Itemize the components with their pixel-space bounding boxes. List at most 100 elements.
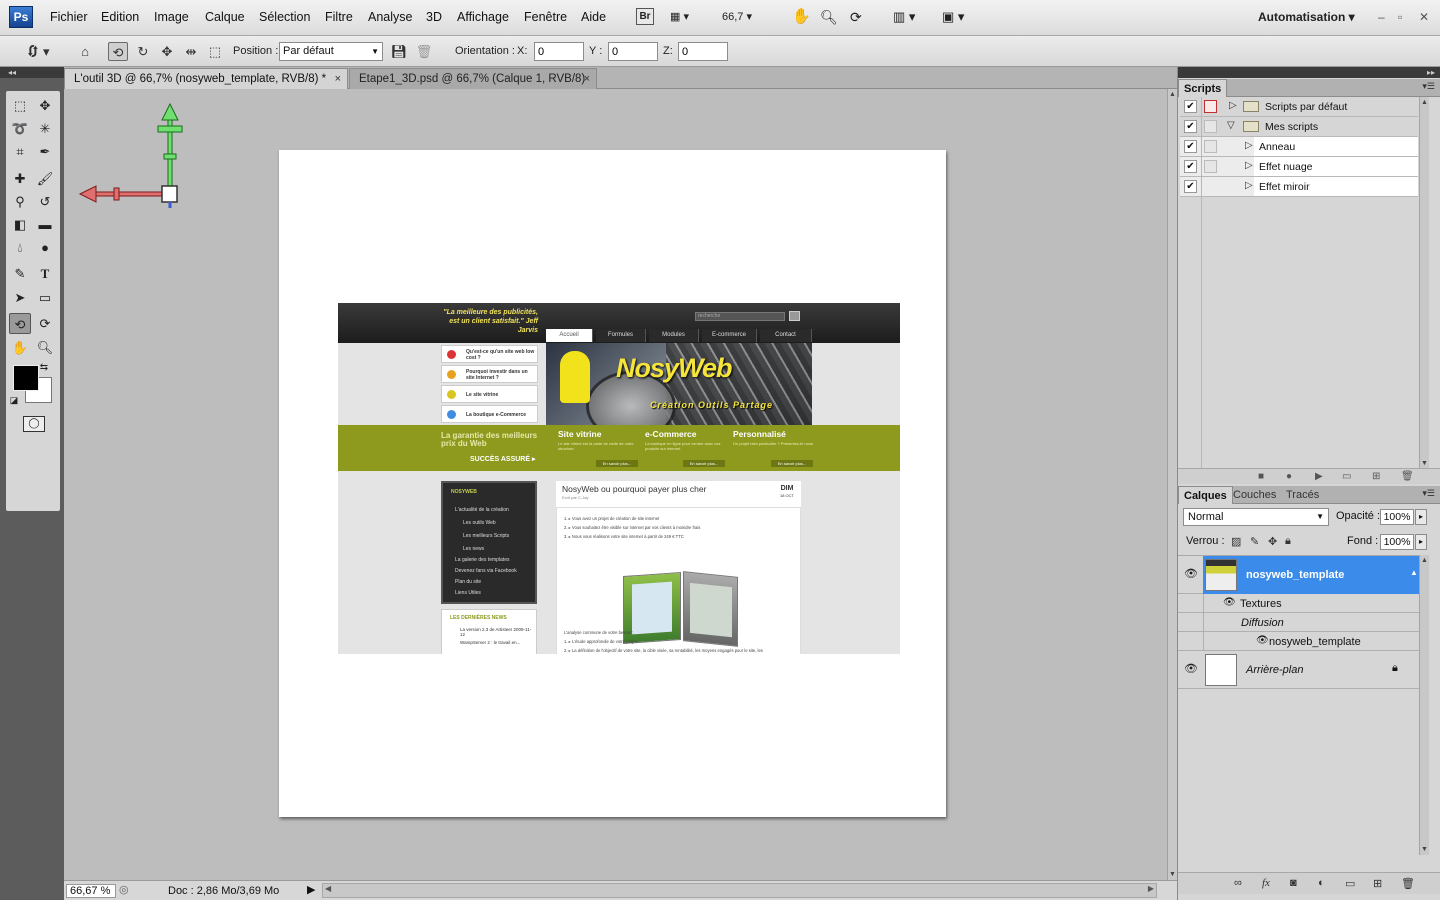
workspace-dropdown[interactable]: Automatisation ▾ bbox=[1258, 8, 1355, 26]
clone-stamp-icon[interactable]: ⚲ bbox=[9, 191, 31, 212]
3d-scale-icon[interactable]: ⬚ bbox=[205, 42, 225, 61]
menu-aide[interactable]: Aide bbox=[581, 10, 606, 24]
menu-selection[interactable]: Sélection bbox=[259, 10, 310, 24]
blur-icon[interactable]: 💧︎ bbox=[9, 237, 31, 258]
history-brush-icon[interactable]: ↺ bbox=[34, 191, 56, 212]
arrange-documents-button[interactable]: ▥ ▾ bbox=[893, 8, 929, 26]
close-icon[interactable]: ✕ bbox=[1419, 10, 1429, 24]
scroll-down-icon[interactable]: ▼ bbox=[1421, 460, 1428, 467]
eye-icon[interactable]: 👁︎ bbox=[1184, 662, 1198, 675]
document-vertical-scrollbar[interactable]: ▲ ▼ bbox=[1167, 89, 1177, 880]
marquee-icon[interactable]: ⬚ bbox=[9, 95, 31, 116]
3d-pan-icon[interactable]: ✥ bbox=[157, 42, 177, 61]
script-dialog-toggle[interactable] bbox=[1204, 100, 1217, 113]
link-layers-icon[interactable]: ∞ bbox=[1234, 877, 1242, 889]
layer-mask-icon[interactable]: ◙ bbox=[1290, 877, 1297, 889]
return-initial-position-icon[interactable]: ⌂ bbox=[75, 42, 95, 61]
bridge-button[interactable]: Br bbox=[636, 8, 654, 25]
menu-fichier[interactable]: Fichier bbox=[50, 10, 88, 24]
blend-mode-dropdown[interactable]: Normal ▼ bbox=[1183, 508, 1329, 526]
adjustment-layer-icon[interactable]: ◐ bbox=[1318, 877, 1325, 889]
position-dropdown[interactable]: Par défaut ▼ bbox=[279, 42, 383, 61]
new-set-icon[interactable]: ▭ bbox=[1342, 471, 1351, 482]
3d-rotate-icon[interactable]: ⟲ bbox=[108, 42, 128, 61]
scroll-up-icon[interactable]: ▲ bbox=[1421, 99, 1428, 106]
script-checkbox[interactable]: ✔ bbox=[1184, 120, 1197, 133]
tool-preset-picker[interactable]: 🔄︎ ▾ bbox=[20, 42, 56, 61]
photoshop-logo[interactable]: Ps bbox=[9, 6, 33, 28]
hand-tool-icon[interactable]: ✋ bbox=[9, 337, 31, 358]
scroll-left-icon[interactable]: ◀ bbox=[325, 884, 331, 893]
record-icon[interactable]: ● bbox=[1286, 471, 1292, 482]
eye-icon[interactable]: 👁︎ bbox=[1223, 597, 1236, 608]
menu-fenetre[interactable]: Fenêtre bbox=[524, 10, 567, 24]
script-row[interactable]: ✔ ▷ Effet miroir bbox=[1180, 177, 1418, 197]
script-checkbox[interactable]: ✔ bbox=[1184, 160, 1197, 173]
layer-effect-row[interactable]: 👁︎ Textures bbox=[1178, 594, 1419, 613]
menu-affichage[interactable]: Affichage bbox=[457, 10, 509, 24]
new-group-icon[interactable]: ▭ bbox=[1345, 877, 1355, 890]
panel-menu-icon[interactable]: ▾☰ bbox=[1422, 488, 1435, 499]
zoom-level-dropdown[interactable]: 66,7 ▾ bbox=[722, 8, 770, 26]
script-row[interactable]: ✔ ▷ Scripts par défaut bbox=[1180, 97, 1418, 117]
eyedropper-icon[interactable]: ✒ bbox=[34, 141, 56, 162]
3d-rotate-tool-icon[interactable]: ⟲ bbox=[9, 313, 31, 334]
healing-brush-icon[interactable]: ✚ bbox=[9, 168, 31, 189]
scroll-down-icon[interactable]: ▼ bbox=[1169, 871, 1176, 878]
tab-calques[interactable]: Calques bbox=[1178, 486, 1233, 504]
close-tab-icon[interactable]: × bbox=[584, 69, 590, 89]
script-dialog-toggle[interactable] bbox=[1204, 120, 1217, 133]
script-checkbox[interactable]: ✔ bbox=[1184, 100, 1197, 113]
dodge-icon[interactable]: ● bbox=[34, 237, 56, 258]
foreground-color-swatch-top[interactable] bbox=[13, 365, 39, 391]
eye-icon[interactable]: 👁︎ bbox=[1184, 567, 1198, 580]
expand-triangle-icon[interactable]: ▷ bbox=[1245, 180, 1253, 191]
3d-slide-icon[interactable]: ⇹ bbox=[181, 42, 201, 61]
expand-triangle-icon[interactable]: ▷ bbox=[1229, 100, 1237, 111]
new-layer-icon[interactable]: ⊞ bbox=[1373, 877, 1382, 890]
z-input[interactable] bbox=[678, 42, 728, 61]
scroll-right-icon[interactable]: ▶ bbox=[1148, 884, 1154, 893]
tab-outil-3d[interactable]: L'outil 3D @ 66,7% (nosyweb_template, RV… bbox=[64, 68, 348, 89]
layer-row[interactable]: 👁︎ nosyweb_template ▲ bbox=[1178, 556, 1419, 594]
toolbox-collapse-icon[interactable]: ◂◂ bbox=[0, 67, 64, 78]
eraser-icon[interactable]: ◧ bbox=[9, 214, 31, 235]
eye-icon[interactable]: 👁︎ bbox=[1256, 635, 1269, 646]
opacity-slider-arrow-icon[interactable]: ▸ bbox=[1415, 509, 1427, 525]
fill-slider-arrow-icon[interactable]: ▸ bbox=[1415, 534, 1427, 550]
new-action-icon[interactable]: ⊞ bbox=[1372, 471, 1380, 482]
lock-pixels-icon[interactable]: ✎ bbox=[1250, 535, 1259, 548]
menu-filtre[interactable]: Filtre bbox=[325, 10, 353, 24]
status-menu-arrow-icon[interactable]: ▶ bbox=[307, 883, 315, 896]
scroll-up-icon[interactable]: ▲ bbox=[1169, 91, 1176, 98]
delete-layer-icon[interactable]: 🗑︎ bbox=[1401, 877, 1415, 890]
quick-mask-icon[interactable]: ◯ bbox=[23, 416, 45, 432]
script-dialog-toggle[interactable] bbox=[1204, 140, 1217, 153]
scroll-up-icon[interactable]: ▲ bbox=[1421, 557, 1428, 564]
menu-edition[interactable]: Edition bbox=[101, 10, 139, 24]
menu-calque[interactable]: Calque bbox=[205, 10, 245, 24]
lock-position-icon[interactable]: ✥ bbox=[1268, 535, 1277, 548]
panel-menu-icon[interactable]: ▾☰ bbox=[1422, 81, 1435, 92]
lasso-icon[interactable]: ➰ bbox=[9, 118, 31, 139]
lock-all-icon[interactable]: 🔒︎ bbox=[1285, 535, 1291, 548]
tab-couches[interactable]: Couches bbox=[1228, 486, 1281, 504]
expand-triangle-icon[interactable]: ▷ bbox=[1245, 160, 1253, 171]
hand-icon[interactable]: ✋ bbox=[792, 8, 811, 26]
status-zoom-field[interactable]: 66,67 % bbox=[66, 884, 116, 898]
3d-axis-widget[interactable] bbox=[76, 102, 186, 212]
panel-collapse-icon[interactable]: ▸▸ bbox=[1178, 67, 1440, 78]
layer-effect-row[interactable]: Diffusion bbox=[1178, 613, 1419, 632]
lock-transparency-icon[interactable]: ▨ bbox=[1231, 535, 1241, 548]
collapse-triangle-icon[interactable]: ▽ bbox=[1227, 120, 1235, 131]
menu-image[interactable]: Image bbox=[154, 10, 189, 24]
delete-view-icon[interactable]: 🗑︎ bbox=[414, 42, 434, 61]
restore-icon[interactable]: ▫ bbox=[1398, 10, 1402, 24]
tab-traces[interactable]: Tracés bbox=[1281, 486, 1324, 504]
script-row[interactable]: ✔ ▷ Effet nuage bbox=[1180, 157, 1418, 177]
pen-icon[interactable]: ✎ bbox=[9, 263, 31, 284]
opacity-input[interactable]: 100% bbox=[1380, 509, 1414, 525]
close-tab-icon[interactable]: × bbox=[335, 69, 341, 89]
move-icon[interactable]: ✥ bbox=[34, 95, 56, 116]
script-checkbox[interactable]: ✔ bbox=[1184, 180, 1197, 193]
